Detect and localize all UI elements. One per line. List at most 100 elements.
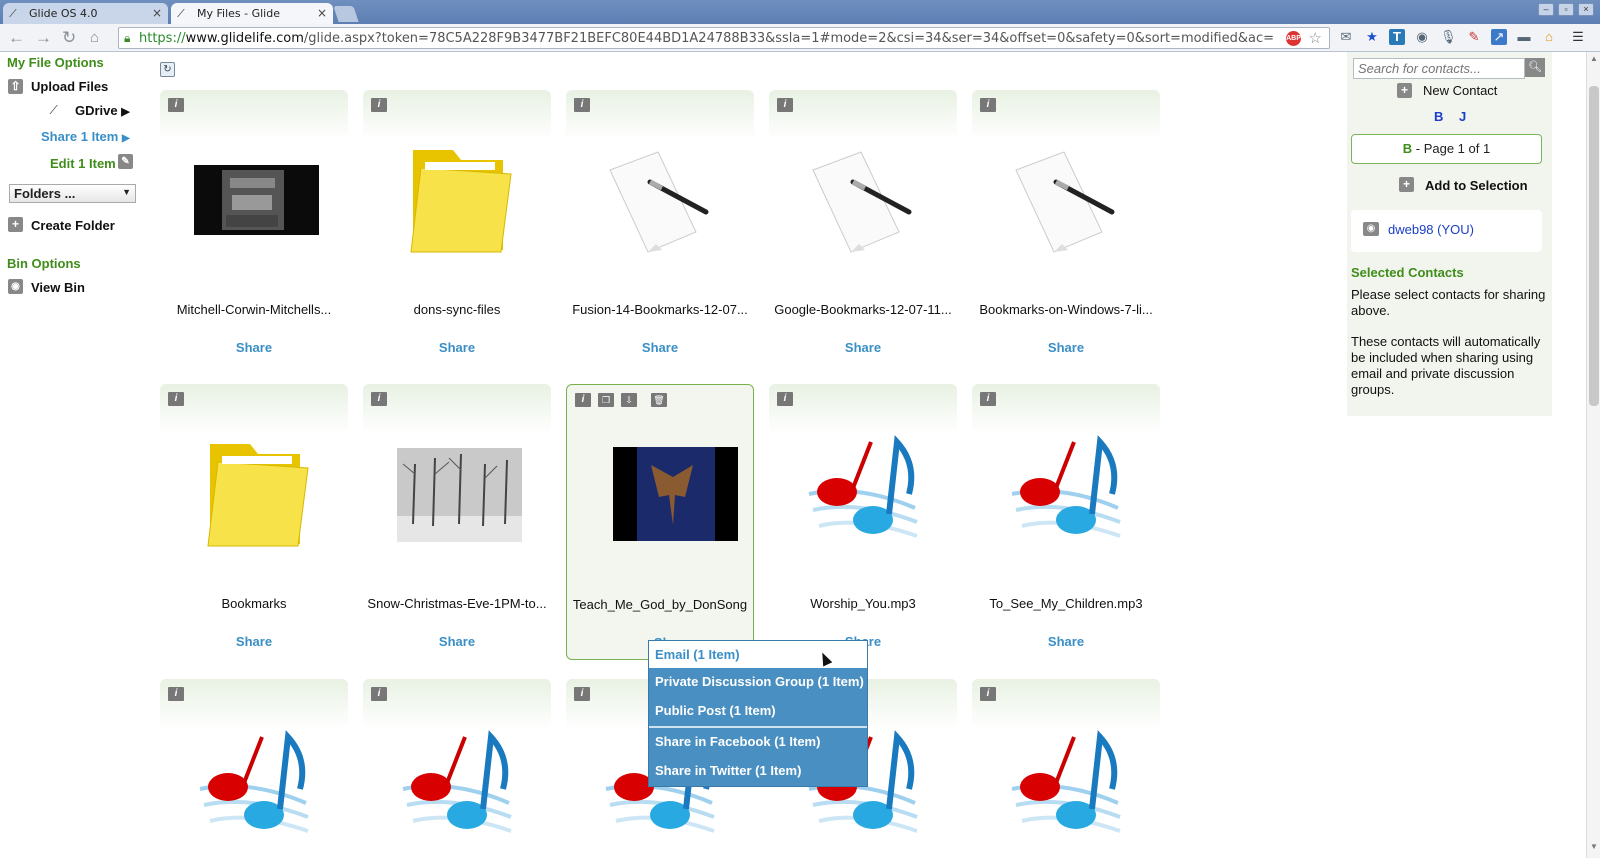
file-name[interactable]: Google-Bookmarks-12-07-11... (771, 293, 955, 327)
file-name[interactable]: Bookmarks (162, 587, 346, 621)
share-private-group-item[interactable]: Private Discussion Group (1 Item) (649, 668, 867, 697)
file-name[interactable]: Teach_Me_God_by_DonSong (569, 588, 751, 622)
share-link[interactable]: Share (769, 340, 957, 355)
file-tile[interactable]: i Bookmarks-on-Windows-7-li... Share (972, 90, 1160, 365)
plus-icon[interactable]: + (8, 217, 23, 232)
upload-icon[interactable]: ⇧ (8, 79, 23, 94)
reload-icon[interactable]: ↻ (62, 28, 76, 48)
info-icon[interactable]: i (980, 687, 996, 701)
menu-icon[interactable]: ☰ (1570, 29, 1586, 45)
file-tile[interactable]: i (160, 679, 348, 858)
file-name[interactable]: Snow-Christmas-Eve-1PM-to... (365, 587, 549, 621)
edit-item-link[interactable]: Edit 1 Item (50, 156, 116, 171)
back-arrow-icon[interactable]: ← (8, 28, 25, 48)
info-icon[interactable]: i (168, 392, 184, 406)
scroll-down-icon[interactable]: ▼ (1590, 842, 1598, 851)
view-bin-link[interactable]: View Bin (31, 280, 85, 295)
extension-print-icon[interactable]: ▬ (1516, 29, 1532, 45)
forward-arrow-icon[interactable]: → (35, 28, 52, 48)
microphone-icon[interactable]: 🎙︎ (1440, 29, 1457, 45)
file-tile[interactable]: i Mitchell-Corwin-Mitchells... Share (160, 90, 348, 365)
file-name[interactable]: Fusion-14-Bookmarks-12-07... (568, 293, 752, 327)
info-icon[interactable]: i (371, 98, 387, 112)
minimize-icon[interactable]: – (1538, 3, 1554, 16)
file-name[interactable]: Mitchell-Corwin-Mitchells... (162, 293, 346, 327)
file-tile[interactable]: i Google-Bookmarks-12-07-11... Share (769, 90, 957, 365)
info-icon[interactable]: i (168, 98, 184, 112)
share-facebook-item[interactable]: Share in Facebook (1 Item) (649, 728, 867, 757)
share-public-post-item[interactable]: Public Post (1 Item) (649, 697, 867, 726)
file-tile-selected[interactable]: i ❐ ⇩ 🗑︎ Teach_Me_God_by_DonSong Share (566, 384, 754, 660)
bookmark-star-icon[interactable]: ☆ (1309, 29, 1322, 47)
adblock-icon[interactable]: ABP (1286, 31, 1301, 46)
extension-t-icon[interactable]: T (1389, 29, 1405, 45)
info-icon[interactable]: i (371, 392, 387, 406)
file-tile[interactable]: i (363, 679, 551, 858)
new-tab-button[interactable] (333, 6, 359, 22)
letter-j-link[interactable]: J (1459, 109, 1466, 124)
info-icon[interactable]: i (777, 98, 793, 112)
info-icon[interactable]: i (777, 392, 793, 406)
url-text[interactable]: https://www.glidelife.com/glide.aspx?tok… (139, 31, 1279, 46)
home-icon[interactable]: ⌂ (90, 28, 99, 48)
file-name[interactable]: dons-sync-files (365, 293, 549, 327)
letter-b-link[interactable]: B (1434, 109, 1443, 124)
scrollbar-thumb[interactable] (1589, 86, 1599, 406)
extension-arrow-icon[interactable]: ↗ (1491, 29, 1507, 45)
vertical-scrollbar[interactable]: ▲ ▼ (1586, 52, 1600, 858)
share-link[interactable]: Share (972, 634, 1160, 649)
info-icon[interactable]: i (575, 393, 591, 407)
file-tile[interactable]: i (972, 679, 1160, 858)
file-tile[interactable]: i Bookmarks Share (160, 384, 348, 659)
share-twitter-item[interactable]: Share in Twitter (1 Item) (649, 757, 867, 786)
contact-name[interactable]: dweb98 (YOU) (1388, 222, 1474, 237)
tab-my-files[interactable]: ⁄ My Files - Glide × (171, 3, 333, 24)
folders-dropdown[interactable]: Folders ... ▼ (9, 184, 136, 203)
info-icon[interactable]: i (574, 98, 590, 112)
contact-item[interactable]: ◉ dweb98 (YOU) (1351, 210, 1542, 252)
info-icon[interactable]: i (371, 687, 387, 701)
share-link[interactable]: Share (160, 634, 348, 649)
eye-icon[interactable]: ◉ (8, 279, 23, 294)
address-bar[interactable]: 🔒︎ https://www.glidelife.com/glide.aspx?… (118, 27, 1330, 49)
gdrive-link[interactable]: GDrive ▶ (75, 103, 130, 118)
info-icon[interactable]: i (980, 98, 996, 112)
close-tab-icon[interactable]: × (317, 6, 327, 20)
share-link[interactable]: Share (972, 340, 1160, 355)
share-link[interactable]: Share (363, 340, 551, 355)
refresh-view-icon[interactable]: ↻ (160, 62, 175, 77)
extension-pen-icon[interactable]: ✎ (1466, 29, 1482, 45)
restore-icon[interactable]: ▫ (1558, 3, 1574, 16)
trash-icon[interactable]: 🗑︎ (651, 393, 667, 407)
edit-pencil-icon[interactable]: ✎ (118, 154, 133, 169)
tab-glide-os[interactable]: ⁄ Glide OS 4.0 × (3, 3, 168, 24)
mail-icon[interactable]: ✉ (1338, 29, 1354, 45)
download-icon[interactable]: ⇩ (621, 393, 637, 407)
file-tile[interactable]: i dons-sync-files Share (363, 90, 551, 365)
info-icon[interactable]: i (168, 687, 184, 701)
file-tile[interactable]: i Fusion-14-Bookmarks-12-07... Share (566, 90, 754, 365)
share-item-link[interactable]: Share 1 Item ▶ (41, 129, 130, 144)
info-icon[interactable]: i (980, 392, 996, 406)
window-close-icon[interactable]: × (1578, 3, 1594, 16)
scroll-up-icon[interactable]: ▲ (1590, 54, 1598, 63)
file-tile[interactable]: i Worship_You.mp3 Share (769, 384, 957, 659)
extension-dot-icon[interactable]: ◉ (1414, 29, 1430, 45)
info-icon[interactable]: i (574, 687, 590, 701)
file-name[interactable]: Worship_You.mp3 (771, 587, 955, 621)
search-icon[interactable]: 🔍︎ (1525, 58, 1545, 77)
share-email-item[interactable]: Email (1 Item) (649, 641, 867, 668)
file-tile[interactable]: i To_See_My_Children.mp3 Share (972, 384, 1160, 659)
share-link[interactable]: Share (160, 340, 348, 355)
upload-files-link[interactable]: Upload Files (31, 79, 108, 94)
close-tab-icon[interactable]: × (152, 6, 162, 20)
create-folder-link[interactable]: Create Folder (31, 218, 115, 233)
share-link[interactable]: Share (566, 340, 754, 355)
file-name[interactable]: To_See_My_Children.mp3 (974, 587, 1158, 621)
copy-icon[interactable]: ❐ (598, 393, 614, 407)
file-name[interactable]: Bookmarks-on-Windows-7-li... (974, 293, 1158, 327)
extension-home-icon[interactable]: ⌂ (1541, 29, 1557, 45)
share-link[interactable]: Share (363, 634, 551, 649)
star-icon[interactable]: ★ (1364, 29, 1380, 45)
search-contacts-input[interactable] (1353, 58, 1525, 79)
